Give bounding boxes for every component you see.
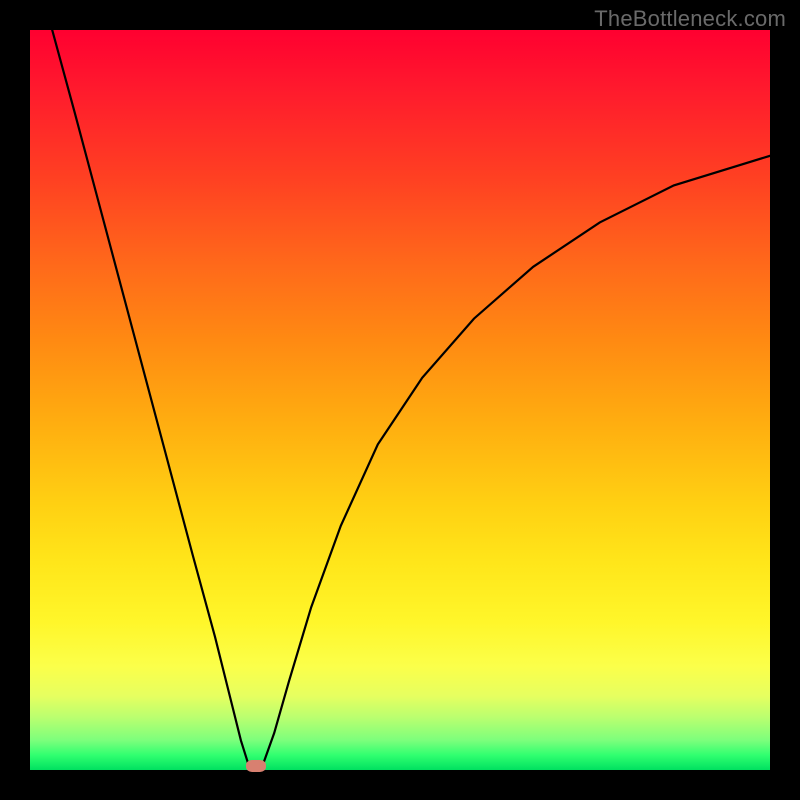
curve-right-branch	[263, 156, 770, 764]
chart-frame: TheBottleneck.com	[0, 0, 800, 800]
curve-left-branch	[52, 30, 248, 764]
minimum-marker	[246, 760, 266, 772]
watermark-text: TheBottleneck.com	[594, 6, 786, 32]
bottleneck-curve	[30, 30, 770, 770]
plot-area	[30, 30, 770, 770]
